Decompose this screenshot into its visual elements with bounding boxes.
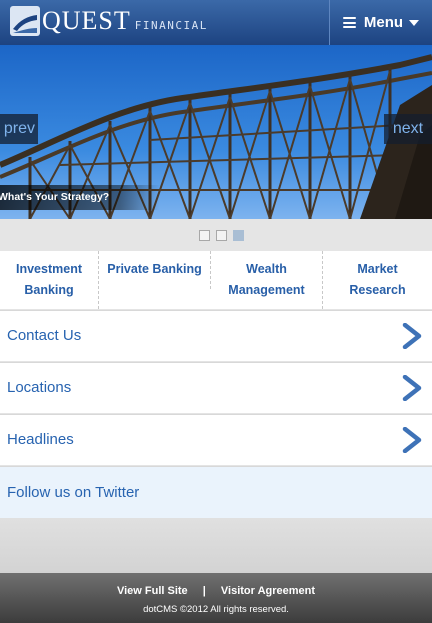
menu-button[interactable]: Menu — [330, 0, 432, 45]
quest-logo-icon — [10, 6, 40, 36]
follow-twitter-link[interactable]: Follow us on Twitter — [0, 466, 432, 518]
category-private-banking[interactable]: Private Banking — [99, 251, 210, 309]
hamburger-icon — [342, 17, 356, 28]
category-label: Investment Banking — [16, 262, 82, 297]
logo-subtitle: FINANCIAL — [134, 18, 208, 32]
view-full-site-link[interactable]: View Full Site — [117, 585, 188, 597]
category-label: Wealth Management — [228, 262, 305, 297]
category-wealth-management[interactable]: Wealth Management — [211, 251, 322, 309]
footer-links: View Full Site | Visitor Agreement — [0, 585, 432, 597]
content-spacer — [0, 518, 432, 573]
list-item-locations[interactable]: Locations — [0, 362, 432, 413]
category-market-research[interactable]: Market Research — [323, 251, 432, 309]
brand-logo[interactable]: QUEST FINANCIAL — [10, 5, 208, 37]
twitter-label: Follow us on Twitter — [7, 484, 140, 501]
slide-dot-1[interactable] — [199, 230, 210, 241]
list-item-label: Locations — [7, 379, 72, 396]
app-header: QUEST FINANCIAL Menu — [0, 0, 432, 45]
next-slide-button[interactable]: next — [384, 114, 432, 144]
menu-label: Menu — [363, 14, 404, 31]
hero-slider: prev next What's Your Strategy? — [0, 45, 432, 219]
category-label: Private Banking — [107, 262, 202, 276]
list-item-headlines[interactable]: Headlines — [0, 414, 432, 465]
chevron-right-icon — [402, 323, 422, 349]
slide-dot-3[interactable] — [233, 230, 244, 241]
copyright-text: dotCMS ©2012 All rights reserved. — [143, 604, 289, 615]
prev-slide-button[interactable]: prev — [0, 114, 38, 144]
caret-down-icon — [409, 19, 420, 26]
footer: View Full Site | Visitor Agreement dotCM… — [0, 573, 432, 623]
slide-caption: What's Your Strategy? — [0, 185, 160, 210]
category-investment-banking[interactable]: Investment Banking — [0, 251, 98, 309]
list-item-contact-us[interactable]: Contact Us — [0, 310, 432, 361]
footer-separator: | — [202, 585, 206, 597]
list-item-label: Headlines — [7, 431, 74, 448]
slide-pagination — [0, 219, 432, 251]
slide-dot-2[interactable] — [216, 230, 227, 241]
chevron-right-icon — [402, 427, 422, 453]
logo-text: QUEST — [42, 6, 131, 35]
category-label: Market Research — [349, 262, 406, 297]
chevron-right-icon — [402, 375, 422, 401]
category-nav: Investment Banking Private Banking Wealt… — [0, 251, 432, 309]
list-item-label: Contact Us — [7, 327, 82, 344]
visitor-agreement-link[interactable]: Visitor Agreement — [221, 585, 315, 597]
